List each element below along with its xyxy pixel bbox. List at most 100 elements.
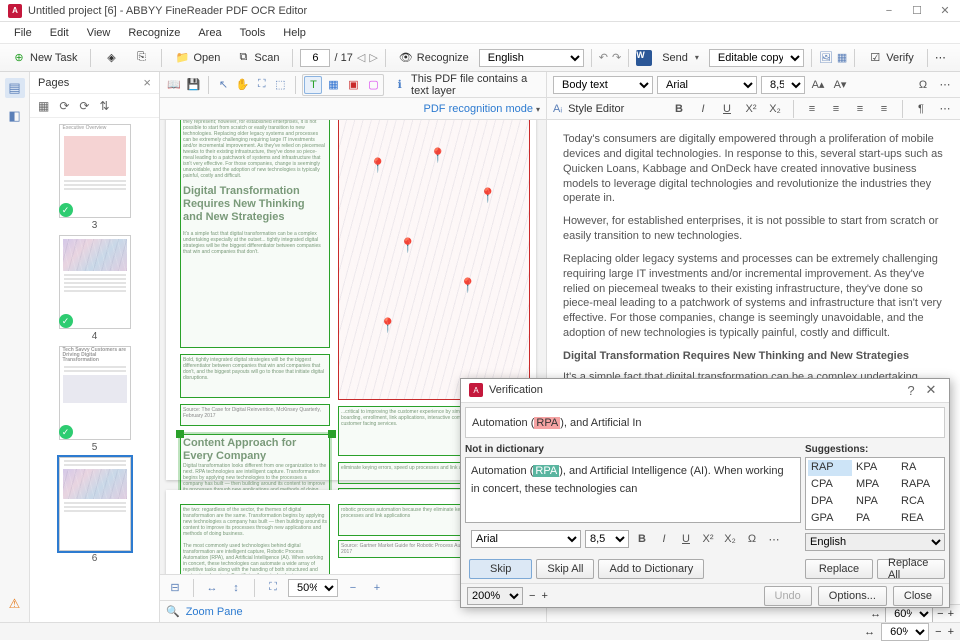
replace-button[interactable]: Replace: [805, 559, 873, 579]
fit-width-icon[interactable]: ↔: [203, 579, 221, 597]
export-button[interactable]: ⎘: [128, 48, 154, 68]
recog-mode-label[interactable]: PDF recognition mode: [424, 103, 540, 115]
status-zoom-out-icon[interactable]: −: [935, 626, 941, 638]
options-icon[interactable]: ⋯: [935, 51, 946, 64]
zoom-in-icon[interactable]: +: [541, 590, 547, 602]
pointer-icon[interactable]: ↖: [216, 76, 231, 94]
more-icon[interactable]: ⋯: [936, 76, 954, 94]
help-icon[interactable]: ?: [901, 383, 921, 398]
dialog-size-select[interactable]: 8,5: [585, 530, 629, 548]
reload-icon[interactable]: ⟳: [59, 99, 69, 113]
fit-icon[interactable]: ↔: [870, 608, 881, 620]
prev-page-icon[interactable]: ◁: [357, 51, 365, 64]
style-editor-label[interactable]: Style Editor: [568, 103, 624, 115]
bold-button[interactable]: B: [670, 100, 688, 118]
editor-zoom-select[interactable]: 50%: [288, 579, 338, 597]
skip-button[interactable]: Skip: [469, 559, 532, 579]
underline-button[interactable]: U: [718, 100, 736, 118]
save-mode-select[interactable]: Editable copy: [709, 49, 804, 67]
italic-button[interactable]: I: [655, 530, 673, 548]
zoom-out-icon[interactable]: −: [937, 608, 943, 620]
fit-height-icon[interactable]: ↕: [227, 579, 245, 597]
image-tool-icon[interactable]: 🖼: [819, 51, 833, 64]
zoom-in-icon[interactable]: +: [368, 579, 386, 597]
layout-tool-icon[interactable]: ▦: [837, 51, 847, 64]
thumbnail[interactable]: 6: [57, 457, 133, 564]
status-zoom-in-icon[interactable]: +: [948, 626, 954, 638]
undo-button[interactable]: Undo: [764, 586, 812, 606]
close-icon[interactable]: ✕: [938, 4, 952, 18]
fullscreen-icon[interactable]: ⛶: [264, 579, 282, 597]
menu-view[interactable]: View: [79, 25, 119, 41]
menu-edit[interactable]: Edit: [42, 25, 77, 41]
align-center-icon[interactable]: ≡: [827, 100, 845, 118]
align-right-icon[interactable]: ≡: [851, 100, 869, 118]
bookmarks-tab-icon[interactable]: ◧: [5, 106, 25, 126]
more-icon[interactable]: ⋯: [765, 530, 783, 548]
save-page-icon[interactable]: 💾: [186, 76, 202, 94]
layers-button[interactable]: ◈: [98, 48, 124, 68]
shrink-font-icon[interactable]: A▾: [831, 76, 849, 94]
close-button[interactable]: Close: [893, 586, 943, 606]
dialog-font-select[interactable]: Arial: [471, 530, 581, 548]
verify-button[interactable]: ☑Verify: [862, 48, 920, 68]
omega-icon[interactable]: Ω: [914, 76, 932, 94]
dialog-header[interactable]: A Verification ? ✕: [461, 379, 949, 403]
replace-all-button[interactable]: Replace All: [877, 559, 945, 579]
fit-view-icon[interactable]: ⊟: [166, 579, 184, 597]
zoom-out-icon[interactable]: −: [529, 590, 535, 602]
italic-button[interactable]: I: [694, 100, 712, 118]
redo-icon[interactable]: ↷: [612, 51, 621, 64]
menu-tools[interactable]: Tools: [232, 25, 274, 41]
menu-area[interactable]: Area: [190, 25, 229, 41]
language-select[interactable]: English: [479, 49, 584, 67]
thumbnail[interactable]: ✓ 4: [57, 235, 133, 342]
add-dict-button[interactable]: Add to Dictionary: [598, 559, 704, 579]
edit-box[interactable]: Automation (RPA), and Artificial Intelli…: [465, 457, 801, 523]
read-icon[interactable]: 📖: [166, 76, 182, 94]
pages-tab-icon[interactable]: ▤: [5, 78, 25, 98]
align-left-icon[interactable]: ≡: [803, 100, 821, 118]
thumbnail[interactable]: Tech Savvy Customers are Driving Digital…: [57, 346, 133, 453]
align-justify-icon[interactable]: ≡: [875, 100, 893, 118]
warning-icon[interactable]: ⚠: [5, 594, 25, 614]
maximize-icon[interactable]: ☐: [910, 4, 924, 18]
style-editor-icon[interactable]: Aᵢ: [553, 103, 562, 115]
status-fit-icon[interactable]: ↔: [864, 626, 875, 638]
select-icon[interactable]: ⬚: [273, 76, 288, 94]
skip-all-button[interactable]: Skip All: [536, 559, 594, 579]
undo-icon[interactable]: ↶: [599, 51, 608, 64]
superscript-button[interactable]: X²: [742, 100, 760, 118]
bold-button[interactable]: B: [633, 530, 651, 548]
new-task-button[interactable]: ⊕New Task: [6, 48, 83, 68]
dialog-zoom-select[interactable]: 200%: [467, 587, 523, 605]
zoom-out-icon[interactable]: −: [344, 579, 362, 597]
minimize-icon[interactable]: −: [882, 4, 896, 18]
scan-button[interactable]: ⧉Scan: [230, 48, 285, 68]
zoom-in-icon[interactable]: +: [948, 608, 954, 620]
reload2-icon[interactable]: ⟳: [79, 99, 89, 113]
status-zoom-select[interactable]: 60%: [881, 623, 929, 641]
subscript-button[interactable]: X₂: [721, 530, 739, 548]
menu-help[interactable]: Help: [275, 25, 314, 41]
thumbnail[interactable]: Executive Overview ✓ 3: [57, 124, 133, 231]
underline-button[interactable]: U: [677, 530, 695, 548]
grow-font-icon[interactable]: A▴: [809, 76, 827, 94]
font-select[interactable]: Arial: [657, 76, 757, 94]
next-page-icon[interactable]: ▷: [369, 51, 377, 64]
recognize-button[interactable]: 👁Recognize: [393, 48, 475, 68]
close-pane-icon[interactable]: ×: [143, 75, 151, 90]
page-number-input[interactable]: [300, 49, 330, 67]
hand-icon[interactable]: ✋: [235, 76, 251, 94]
menu-file[interactable]: File: [6, 25, 40, 41]
pilcrow-icon[interactable]: ¶: [912, 100, 930, 118]
menu-recognize[interactable]: Recognize: [120, 25, 188, 41]
thumb-view-icon[interactable]: ▦: [38, 99, 49, 113]
size-select[interactable]: 8,5: [761, 76, 805, 94]
table-area-icon[interactable]: ▦: [324, 76, 342, 94]
suggestions-list[interactable]: RAPKPARA CPAMPARAPA DPANPARCA GPAPAREA: [805, 457, 945, 530]
style-select[interactable]: Body text: [553, 76, 653, 94]
open-button[interactable]: 📁Open: [169, 48, 226, 68]
superscript-button[interactable]: X²: [699, 530, 717, 548]
options-button[interactable]: Options...: [818, 586, 887, 606]
